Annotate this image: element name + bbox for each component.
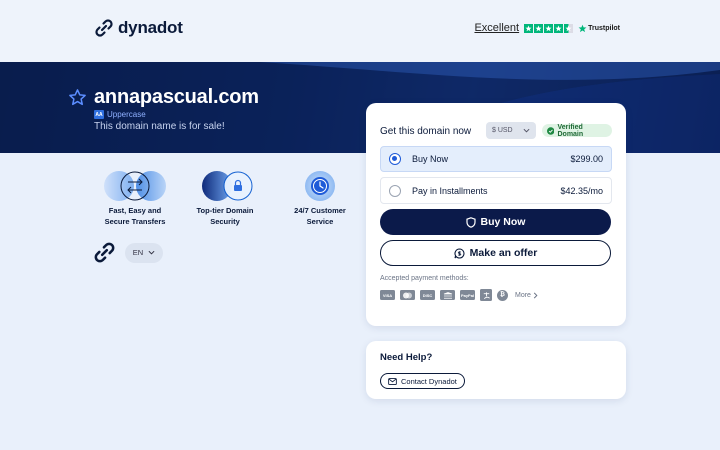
alipay-icon <box>480 289 492 301</box>
feature-label: Top-tier Domain Security <box>196 206 254 226</box>
check-circle-icon <box>547 126 555 135</box>
for-sale-subtitle: This domain name is for sale! <box>94 121 225 132</box>
text-case-icon: AA <box>94 110 104 119</box>
uppercase-label: Uppercase <box>107 110 146 119</box>
clock-icon <box>305 171 335 201</box>
bitcoin-icon: ₿ <box>497 289 508 301</box>
make-offer-button[interactable]: Make an offer <box>380 240 611 266</box>
chain-link-icon <box>95 19 113 37</box>
radio-unselected[interactable] <box>389 184 401 197</box>
trustpilot-brand: Trustpilot <box>578 24 620 33</box>
verified-badge: Verified Domain <box>542 124 612 138</box>
brand-name: dynadot <box>118 18 183 37</box>
half-star-icon <box>564 23 574 33</box>
more-payment-methods-link[interactable]: More <box>515 292 538 299</box>
chain-link-icon <box>94 242 115 263</box>
language-select[interactable]: EN <box>125 242 163 263</box>
favorite-star-icon[interactable] <box>68 88 87 107</box>
uppercase-tag: AA Uppercase <box>94 110 146 119</box>
chevron-down-icon <box>148 250 155 255</box>
transfer-icon <box>104 171 166 201</box>
help-title: Need Help? <box>380 352 433 363</box>
chat-dollar-icon <box>454 247 465 259</box>
footer-controls: EN <box>93 241 163 264</box>
currency-select[interactable]: $ USD <box>486 122 536 139</box>
star-icon <box>534 23 544 33</box>
buy-now-button[interactable]: Buy Now <box>380 209 611 235</box>
chevron-down-icon <box>523 128 530 133</box>
star-icon <box>524 23 534 33</box>
radio-selected[interactable] <box>389 153 401 165</box>
payment-methods: VISA DISC PayPal ₿ More <box>380 289 538 301</box>
trustpilot-star-icon <box>578 24 587 32</box>
domain-heading: annapascual.com <box>68 86 259 109</box>
features-row: Fast, Easy and Secure Transfers Top-tier … <box>90 170 360 240</box>
feature-label: 24/7 Customer Service <box>294 206 346 226</box>
currency-value: $ USD <box>492 127 513 134</box>
dynadot-logo[interactable]: dynadot <box>94 18 183 38</box>
mastercard-icon <box>400 290 415 300</box>
purchase-title: Get this domain now <box>380 125 472 137</box>
lock-security-icon <box>202 171 253 201</box>
option-price: $299.00 <box>570 154 603 164</box>
top-bar: dynadot Excellent Trustpilot <box>0 0 720 62</box>
shield-icon <box>465 216 476 228</box>
contact-dynadot-button[interactable]: Contact Dynadot <box>380 373 465 389</box>
trustpilot-rating-text: Excellent <box>474 22 520 34</box>
feature-label: Fast, Easy and Secure Transfers <box>104 206 166 226</box>
star-icon <box>544 23 554 33</box>
domain-name: annapascual.com <box>94 86 259 108</box>
help-card: Need Help? Contact Dynadot <box>366 341 626 399</box>
language-value: EN <box>132 248 144 257</box>
discover-icon: DISC <box>420 290 435 300</box>
paypal-icon: PayPal <box>460 290 475 300</box>
mail-icon <box>388 377 397 385</box>
feature-security: Top-tier Domain Security <box>180 170 270 227</box>
trustpilot-widget[interactable]: Excellent Trustpilot <box>474 22 620 34</box>
purchase-card: Get this domain now $ USD Verified Domai… <box>366 103 626 326</box>
purchase-header: Get this domain now $ USD Verified Domai… <box>380 122 612 140</box>
option-price: $42.35/mo <box>560 185 603 196</box>
payment-methods-label: Accepted payment methods: <box>380 275 469 282</box>
option-installments[interactable]: Pay in Installments $42.35/mo <box>380 177 612 204</box>
trustpilot-stars <box>524 23 574 33</box>
option-buy-now[interactable]: Buy Now $299.00 <box>380 146 612 172</box>
chevron-right-icon <box>533 292 538 298</box>
feature-support: 24/7 Customer Service <box>275 170 365 227</box>
feature-transfers: Fast, Easy and Secure Transfers <box>90 170 180 227</box>
bank-transfer-icon <box>440 290 455 300</box>
option-label: Buy Now <box>412 154 449 164</box>
star-icon <box>554 23 564 33</box>
visa-icon: VISA <box>380 290 395 300</box>
option-label: Pay in Installments <box>412 185 488 196</box>
